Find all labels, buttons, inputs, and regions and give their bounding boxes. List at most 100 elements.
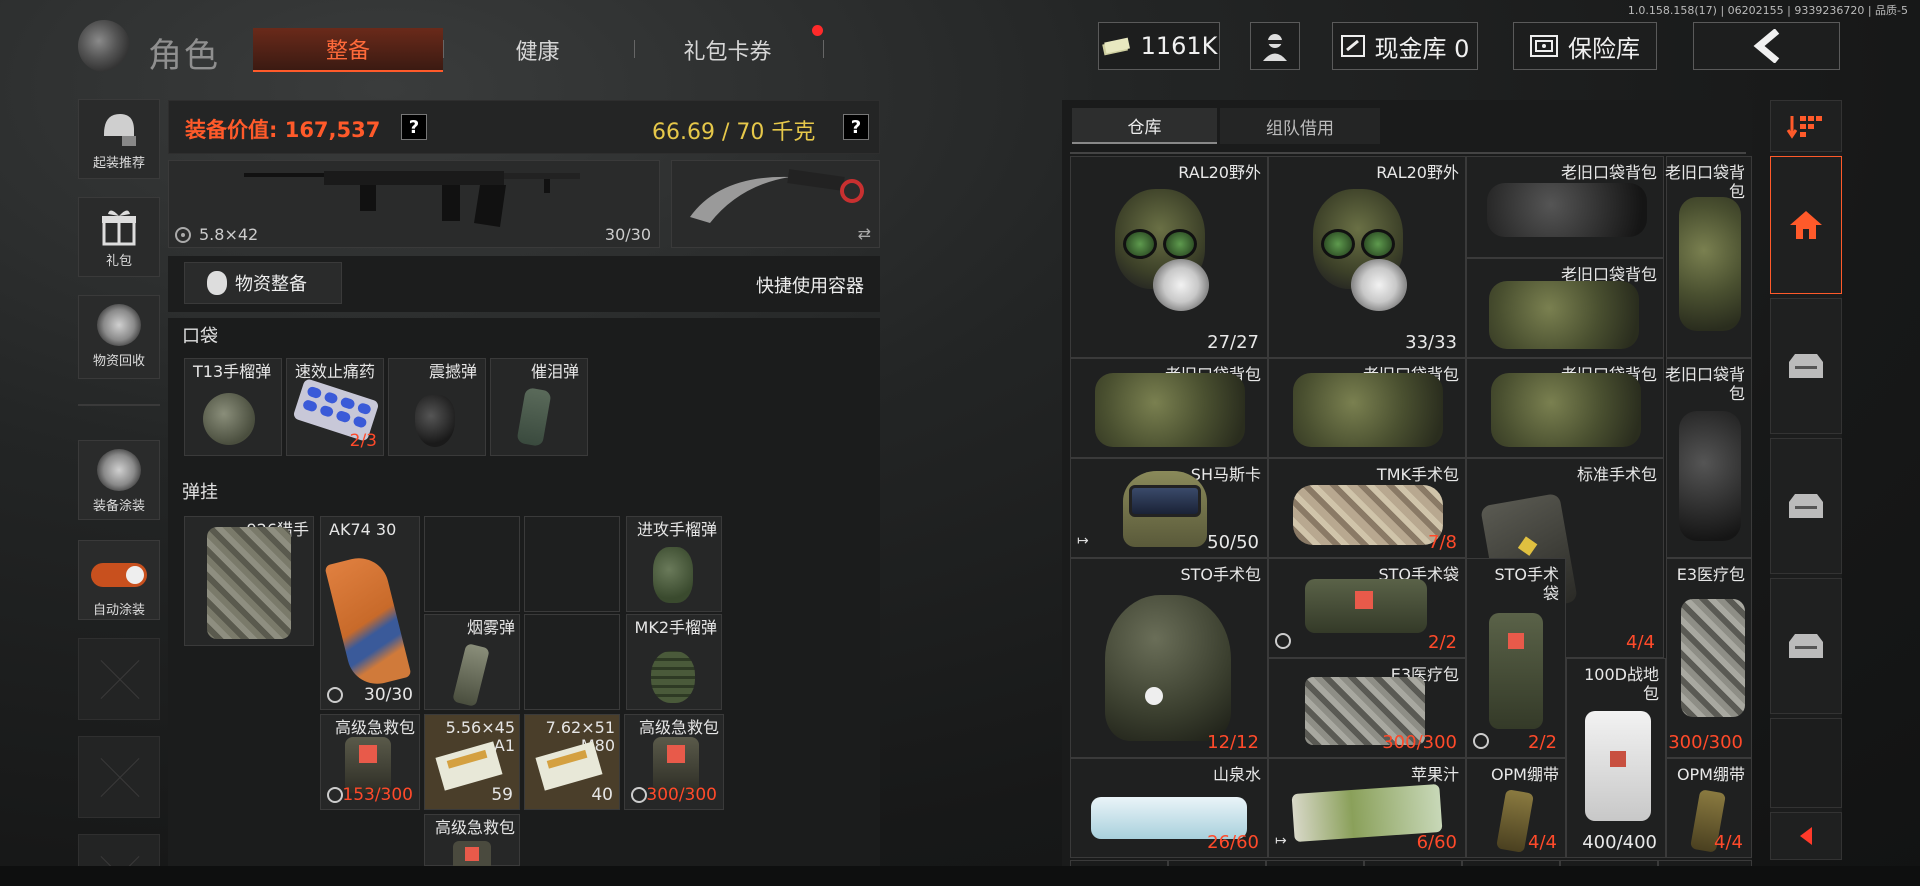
rig-empty-slot[interactable] (524, 614, 620, 710)
cash-vault-button[interactable]: 现金库 0 (1332, 22, 1478, 70)
warehouse-item-gasmask[interactable]: RAL20野外 27/27 (1070, 156, 1268, 358)
warehouse-item-e3-medkit[interactable]: E3医疗包 300/300 (1268, 658, 1466, 758)
recycle-button[interactable]: 物资回收 (78, 295, 160, 379)
field-kit-icon (1585, 711, 1651, 821)
warehouse-item-backpack[interactable]: 老旧口袋背包 (1466, 258, 1664, 358)
tab-character[interactable]: 角色 (148, 28, 220, 77)
rig-magazine[interactable]: AK74 30 30/30 (320, 516, 420, 710)
backpack-icon (1487, 183, 1647, 237)
gift-button[interactable]: 礼包 (78, 197, 160, 277)
auto-skin-button[interactable]: 自动涂装 (78, 540, 160, 620)
tab-gift-cards[interactable]: 礼包卡券 (640, 28, 815, 72)
rig-ammo-556[interactable]: 5.56×45 A1 59 (424, 714, 520, 810)
melee-slot[interactable]: ⇄ (671, 160, 880, 248)
item-name: 苹果汁 (1410, 765, 1459, 784)
warehouse-item-sto-bag[interactable]: STO手术袋 2/2 (1268, 558, 1466, 658)
loadout-recommend-button[interactable]: 起装推荐 (78, 99, 160, 179)
value-help-button[interactable]: ? (401, 114, 427, 140)
storage-box-button[interactable] (1770, 298, 1842, 434)
warehouse-item-field-kit[interactable]: 100D战地 包 400/400 (1566, 658, 1666, 858)
stun-grenade-icon (415, 395, 455, 447)
medkit-icon (453, 841, 491, 867)
swap-icon[interactable]: ⇄ (858, 224, 871, 243)
item-name: OPM绷带 (1676, 765, 1745, 784)
warehouse-item-backpack[interactable]: 老旧口袋背包 (1070, 358, 1268, 458)
rig-medkit[interactable]: 高级急救包 (424, 814, 520, 867)
item-name: 进攻手榴弹 (636, 520, 717, 539)
loadout-recommend-label: 起装推荐 (92, 156, 145, 171)
nav-divider (78, 404, 160, 406)
item-count: 33/33 (1405, 332, 1457, 353)
storage-box-button[interactable] (1770, 438, 1842, 574)
rig-empty-slot[interactable] (424, 516, 520, 612)
toggle-knob (126, 566, 144, 584)
loadout-panel: 口袋 T13手榴弹 速效止痛药 2/3 震撼弹 催泪弹 弹挂 AK74 30 3… (168, 318, 880, 867)
money-display[interactable]: 1161K (1098, 22, 1220, 70)
skin-button[interactable]: 装备涂装 (78, 440, 160, 520)
tab-warehouse[interactable]: 仓库 (1072, 108, 1217, 144)
warehouse-item-apple-juice[interactable]: 苹果汁 ↦ 6/60 (1268, 758, 1466, 858)
safe-button[interactable]: 保险库 (1513, 22, 1657, 70)
pocket-stun-grenade[interactable]: 震撼弹 (388, 358, 486, 456)
safe-label: 保险库 (1568, 34, 1640, 63)
warehouse-item-backpack[interactable]: 老旧口袋背 包 (1665, 358, 1752, 558)
weight-help-button[interactable]: ? (843, 114, 869, 140)
warehouse-item-backpack[interactable]: 老旧口袋背 包 (1665, 156, 1752, 358)
warehouse-item-water[interactable]: 山泉水 26/60 (1070, 758, 1268, 858)
weight-display: 66.69 / 70 千克 (652, 120, 816, 145)
ammo-count: 30/30 (604, 225, 651, 244)
pocket-t13-grenade[interactable]: T13手榴弹 (184, 358, 282, 456)
item-count: 27/27 (1207, 332, 1259, 353)
auto-skin-toggle[interactable] (91, 563, 147, 587)
rig-medkit[interactable]: 高级急救包 300/300 (624, 714, 724, 810)
primary-weapon-slot[interactable]: 5.8×42 30/30 (168, 160, 660, 248)
mask-icon (207, 271, 227, 295)
rig-empty-slot[interactable] (524, 516, 620, 612)
warehouse-panel: 仓库 组队借用 RAL20野外 27/27 RAL20野外 33/33 老旧口袋… (1062, 100, 1752, 886)
warehouse-item-e3-medkit[interactable]: E3医疗包 300/300 (1666, 558, 1752, 758)
supplies-button[interactable]: 物资整备 (184, 262, 342, 304)
item-count: 2/2 (1528, 732, 1557, 753)
storage-box-button[interactable] (1770, 578, 1842, 714)
tab-health[interactable]: 健康 (450, 28, 625, 72)
item-count: 40 (591, 785, 613, 805)
badge-icon (327, 687, 343, 703)
item-name: 震撼弹 (428, 362, 477, 381)
warehouse-item-sto-bag[interactable]: STO手术 袋 2/2 (1466, 558, 1566, 758)
warehouse-item-bandage[interactable]: OPM绷带 4/4 (1466, 758, 1566, 858)
grenade-icon (651, 651, 695, 703)
equip-value: 装备价值: 167,537 (185, 118, 381, 142)
warehouse-item-surgical-kit[interactable]: TMK手术包 7/8 (1268, 458, 1466, 558)
collapse-button[interactable] (1770, 812, 1842, 860)
gas-mask-icon (1105, 181, 1215, 311)
storage-home-button[interactable] (1770, 156, 1842, 294)
item-count: 2/2 (1428, 632, 1457, 653)
back-button[interactable] (1693, 22, 1840, 70)
gift-label: 礼包 (105, 254, 132, 269)
quick-container-link[interactable]: 快捷使用容器 (756, 272, 864, 298)
rig-attack-grenade[interactable]: 进攻手榴弹 (626, 516, 722, 612)
helmet-icon (1123, 471, 1207, 547)
warehouse-item-backpack[interactable]: 老旧口袋背包 (1466, 156, 1664, 258)
warehouse-item-sto-kit[interactable]: STO手术包 12/12 (1070, 558, 1268, 758)
tab-loadout[interactable]: 整备 (253, 28, 443, 72)
warehouse-item-bandage[interactable]: OPM绷带 4/4 (1666, 758, 1752, 858)
rig-vest[interactable]: 926猎手 (184, 516, 314, 646)
tab-team-borrow[interactable]: 组队借用 (1220, 108, 1380, 144)
pocket-painkiller[interactable]: 速效止痛药 2/3 (286, 358, 384, 456)
operator-button[interactable] (1250, 22, 1300, 70)
rig-medkit[interactable]: 高级急救包 153/300 (320, 714, 420, 810)
item-name: 老旧口袋背包 (1560, 163, 1657, 182)
warehouse-item-backpack[interactable]: 老旧口袋背包 (1466, 358, 1664, 458)
rig-ammo-762[interactable]: 7.62×51 M80 40 (524, 714, 620, 810)
warehouse-item-gasmask[interactable]: RAL20野外 33/33 (1268, 156, 1466, 358)
auto-skin-label: 自动涂装 (92, 603, 145, 618)
warehouse-item-backpack[interactable]: 老旧口袋背包 (1268, 358, 1466, 458)
warehouse-item-helmet[interactable]: SH马斯卡 ↦ 50/50 (1070, 458, 1268, 558)
sort-button[interactable] (1770, 100, 1842, 152)
item-count: 300/300 (646, 785, 717, 805)
rig-smoke-grenade[interactable]: 烟雾弹 (424, 614, 520, 710)
badge-icon (1473, 733, 1489, 749)
rig-mk2-grenade[interactable]: MK2手榴弹 (626, 614, 722, 710)
pocket-tear-gas[interactable]: 催泪弹 (490, 358, 588, 456)
